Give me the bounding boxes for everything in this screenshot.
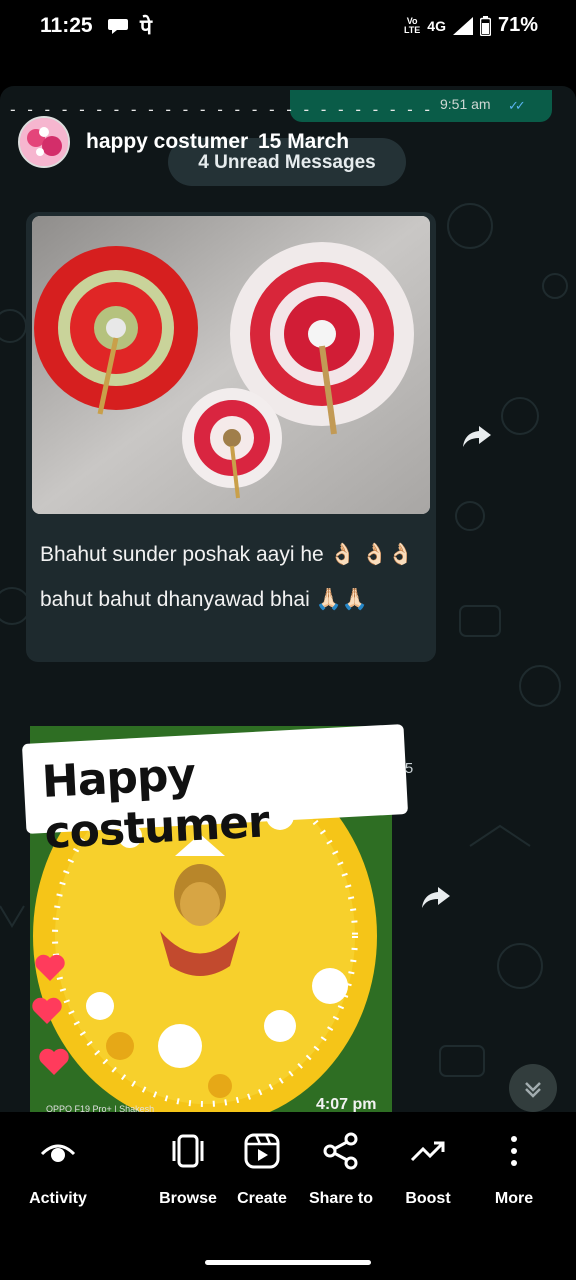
forward-icon[interactable] (461, 422, 493, 450)
avatar-image (20, 118, 68, 166)
forward-icon[interactable] (420, 883, 452, 911)
heart-icon (32, 997, 62, 1024)
home-indicator[interactable] (205, 1260, 371, 1265)
double-chevron-down-icon (525, 1082, 541, 1098)
activity-button[interactable]: Activity (13, 1112, 103, 1222)
divider-line: - - - - - - - - - - - - - - - - - - - - … (8, 100, 438, 119)
message-date: 15 March (258, 130, 350, 153)
nav-label-activity: Activity (29, 1190, 87, 1207)
nav-label-boost: Boost (405, 1190, 451, 1207)
post-media[interactable]: 9:51 am ✓✓ - - - - - - - - - - - - - - -… (0, 86, 576, 1112)
status-bar: 11:25 पे Vo LTE 4G 71% (0, 0, 576, 58)
heart-icon (35, 954, 65, 981)
avatar[interactable] (18, 116, 70, 168)
previous-message-time: 9:51 am (440, 96, 491, 112)
dress-image (32, 216, 430, 514)
signal-icon (452, 16, 473, 35)
message-bubble[interactable]: Bhahut sunder poshak aayi he 👌🏻 👌🏻👌🏻 bah… (26, 212, 436, 794)
battery-icon (479, 15, 491, 36)
status-time: 11:25 (40, 14, 93, 37)
carousel-icon (172, 1134, 204, 1168)
status-notification-text: पे (140, 16, 152, 39)
read-ticks-icon: ✓✓ (508, 98, 526, 113)
boost-button[interactable]: Boost (383, 1112, 473, 1222)
poshak-photo[interactable] (32, 216, 430, 514)
camera-watermark: OPPO F19 Pro+ | Shakesh (46, 1104, 155, 1112)
share-to-button[interactable]: Share to (296, 1112, 386, 1222)
trending-up-icon (410, 1141, 445, 1162)
battery-percent: 71% (497, 14, 538, 36)
message-caption: Bhahut sunder poshak aayi he 👌🏻 👌🏻👌🏻 bah… (40, 543, 414, 611)
sticker-text: Happy costumer (40, 749, 270, 859)
reel-icon (244, 1133, 280, 1169)
text-sticker[interactable]: Happy costumer (21, 724, 409, 859)
nav-label-share-to: Share to (308, 1190, 373, 1207)
nav-label-more: More (494, 1190, 534, 1207)
more-vertical-icon (511, 1136, 517, 1166)
bottom-action-bar: Activity Browse Create Share to Boost Mo… (0, 1112, 576, 1280)
more-button[interactable]: More (469, 1112, 559, 1222)
photo-time: 4:07 pm (316, 1096, 377, 1112)
volte-indicator: Vo LTE (403, 15, 421, 35)
heart-icon (39, 1048, 69, 1075)
unread-count: 4 Unread Messages (198, 152, 376, 173)
create-button[interactable]: Create (217, 1112, 307, 1222)
share-icon (323, 1132, 358, 1170)
network-type: 4G (427, 17, 446, 34)
nav-label-create: Create (237, 1190, 287, 1207)
scroll-down-button[interactable] (509, 1064, 557, 1112)
message-notification-icon (108, 19, 128, 34)
eye-icon (40, 1144, 76, 1162)
sender-name[interactable]: happy costumer (86, 130, 248, 154)
